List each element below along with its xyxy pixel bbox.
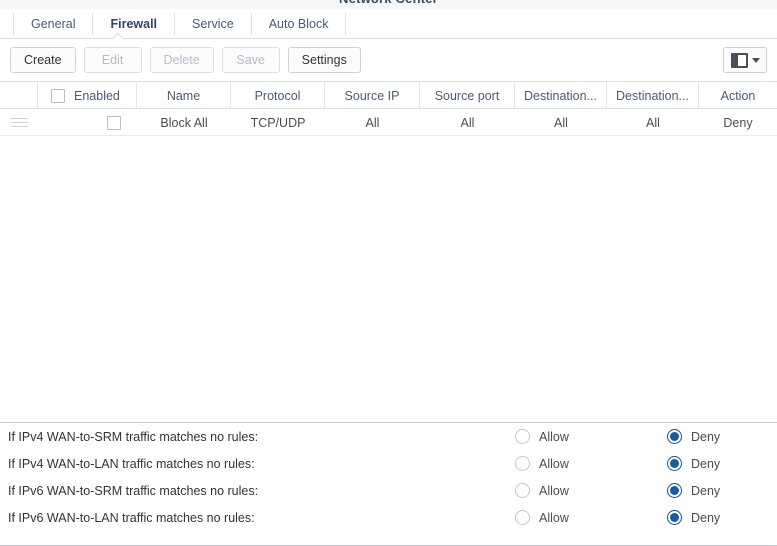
- policy-ipv4-wan-to-lan-allow-label: Allow: [539, 456, 569, 471]
- radio-selected-icon: [667, 483, 682, 498]
- header-protocol[interactable]: Protocol: [231, 82, 325, 109]
- header-name-label: Name: [166, 88, 201, 103]
- tab-general[interactable]: General: [13, 13, 94, 35]
- settings-button[interactable]: Settings: [287, 47, 361, 73]
- tab-firewall-label: Firewall: [110, 17, 158, 31]
- columns-layout-icon: [731, 52, 748, 68]
- policy-ipv6-wan-to-srm-allow[interactable]: Allow: [515, 483, 569, 498]
- row-enabled-checkbox[interactable]: [107, 115, 121, 130]
- policy-label-ipv4-wan-to-srm: If IPv4 WAN-to-SRM traffic matches no ru…: [8, 429, 259, 444]
- header-source-ip-label: Source IP: [344, 88, 400, 103]
- header-source-ip[interactable]: Source IP: [325, 82, 420, 109]
- cell-protocol: TCP/UDP: [250, 115, 306, 130]
- radio-unselected-icon: [515, 483, 530, 498]
- header-source-port-label: Source port: [434, 88, 500, 103]
- radio-selected-icon: [667, 456, 682, 471]
- delete-button[interactable]: Delete: [149, 47, 214, 73]
- policy-row-ipv6-wan-to-lan: If IPv6 WAN-to-LAN traffic matches no ru…: [0, 504, 777, 531]
- policy-row-ipv4-wan-to-lan: If IPv4 WAN-to-LAN traffic matches no ru…: [0, 450, 777, 477]
- cell-source-ip: All: [365, 115, 380, 130]
- tab-auto-block[interactable]: Auto Block: [252, 13, 347, 35]
- tab-service-label: Service: [192, 17, 234, 31]
- firewall-rules-table: Enabled Name Protocol Source IP Source p…: [0, 81, 777, 422]
- radio-unselected-icon: [515, 510, 530, 525]
- save-button[interactable]: Save: [221, 47, 280, 73]
- policy-ipv6-wan-to-srm-allow-label: Allow: [539, 483, 569, 498]
- table-header-row: Enabled Name Protocol Source IP Source p…: [0, 82, 777, 109]
- policy-ipv4-wan-to-srm-deny[interactable]: Deny: [667, 429, 720, 444]
- drag-handle-icon: [10, 118, 28, 127]
- tab-firewall[interactable]: Firewall: [93, 13, 176, 35]
- radio-unselected-icon: [515, 456, 530, 471]
- header-protocol-label: Protocol: [254, 88, 301, 103]
- radio-selected-icon: [667, 429, 682, 444]
- radio-unselected-icon: [515, 429, 530, 444]
- policy-ipv4-wan-to-lan-deny-label: Deny: [691, 456, 721, 471]
- header-destination-ip[interactable]: Destination...: [515, 82, 607, 109]
- default-policy-section: If IPv4 WAN-to-SRM traffic matches no ru…: [0, 423, 777, 546]
- policy-ipv6-wan-to-lan-allow[interactable]: Allow: [515, 510, 569, 525]
- policy-label-ipv6-wan-to-lan: If IPv6 WAN-to-LAN traffic matches no ru…: [8, 510, 255, 525]
- radio-selected-icon: [667, 510, 682, 525]
- cell-source-port: All: [460, 115, 475, 130]
- header-source-port[interactable]: Source port: [420, 82, 515, 109]
- policy-row-ipv6-wan-to-srm: If IPv6 WAN-to-SRM traffic matches no ru…: [0, 477, 777, 504]
- tab-auto-block-label: Auto Block: [268, 17, 329, 31]
- header-reorder-column: [0, 82, 38, 109]
- policy-ipv4-wan-to-srm-allow-label: Allow: [539, 429, 569, 444]
- policy-ipv4-wan-to-lan-deny[interactable]: Deny: [667, 456, 720, 471]
- header-destination-port-label: Destination...: [616, 88, 689, 103]
- policy-label-ipv4-wan-to-lan: If IPv4 WAN-to-LAN traffic matches no ru…: [8, 456, 255, 471]
- header-destination-port[interactable]: Destination...: [607, 82, 699, 109]
- select-all-checkbox[interactable]: [51, 88, 65, 103]
- window-title-bar: Network Center: [0, 0, 777, 9]
- chevron-down-icon: [752, 57, 760, 63]
- header-action-label: Action: [720, 88, 756, 103]
- header-enabled-label: Enabled: [74, 88, 120, 103]
- header-enabled[interactable]: Enabled: [38, 82, 137, 109]
- policy-ipv6-wan-to-srm-deny[interactable]: Deny: [667, 483, 720, 498]
- cell-enabled: [38, 109, 137, 136]
- policy-ipv4-wan-to-lan-allow[interactable]: Allow: [515, 456, 569, 471]
- table-row[interactable]: Block All TCP/UDP All All All All Deny: [0, 109, 777, 136]
- header-action[interactable]: Action: [699, 82, 777, 109]
- edit-button[interactable]: Edit: [83, 47, 142, 73]
- policy-ipv6-wan-to-lan-deny[interactable]: Deny: [667, 510, 720, 525]
- header-name[interactable]: Name: [137, 82, 231, 109]
- window-title: Network Center: [0, 0, 777, 6]
- header-destination-ip-label: Destination...: [524, 88, 597, 103]
- policy-ipv6-wan-to-srm-deny-label: Deny: [691, 483, 721, 498]
- cell-name: Block All: [160, 115, 208, 130]
- toolbar: Create Edit Delete Save Settings: [0, 39, 777, 81]
- create-button[interactable]: Create: [10, 47, 76, 73]
- policy-ipv4-wan-to-srm-allow[interactable]: Allow: [515, 429, 569, 444]
- cell-action: Deny: [723, 115, 753, 130]
- table-empty-area: [0, 136, 777, 422]
- policy-ipv6-wan-to-lan-allow-label: Allow: [539, 510, 569, 525]
- cell-destination-port: All: [646, 115, 660, 130]
- policy-ipv6-wan-to-lan-deny-label: Deny: [691, 510, 721, 525]
- policy-ipv4-wan-to-srm-deny-label: Deny: [691, 429, 721, 444]
- policy-row-ipv4-wan-to-srm: If IPv4 WAN-to-SRM traffic matches no ru…: [0, 423, 777, 450]
- column-picker-button[interactable]: [723, 47, 767, 73]
- tab-service[interactable]: Service: [175, 13, 252, 35]
- cell-destination-ip: All: [554, 115, 568, 130]
- tab-general-label: General: [31, 17, 76, 31]
- row-drag-handle[interactable]: [0, 109, 38, 136]
- policy-label-ipv6-wan-to-srm: If IPv6 WAN-to-SRM traffic matches no ru…: [8, 483, 259, 498]
